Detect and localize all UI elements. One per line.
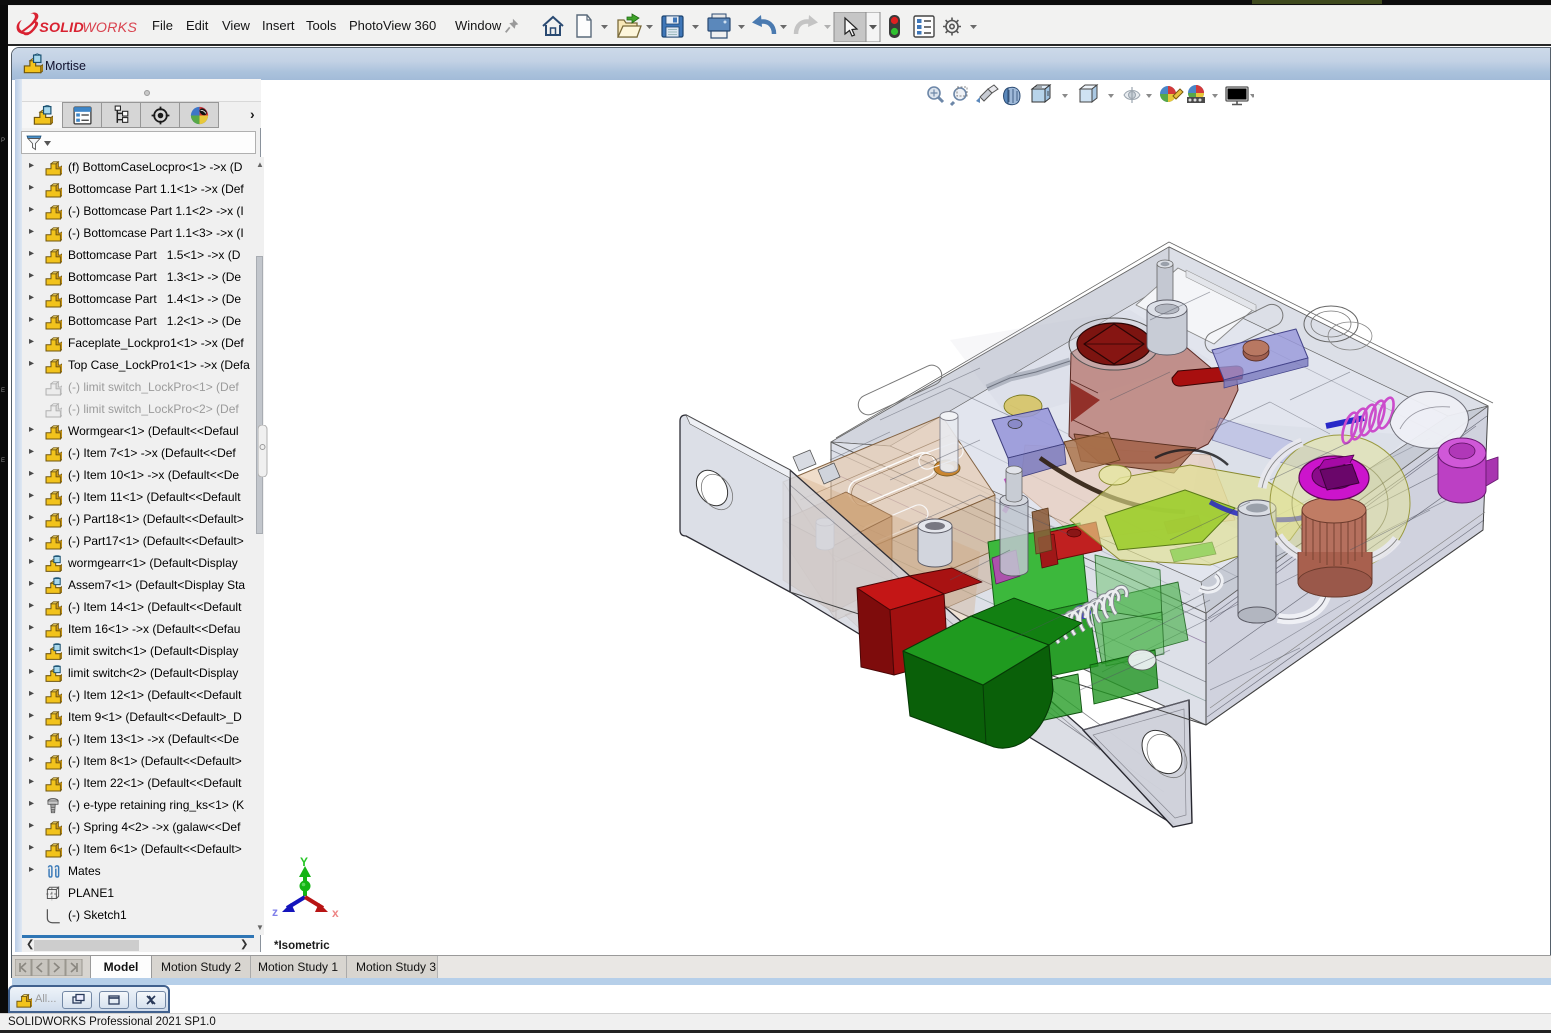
svg-text:z: z bbox=[272, 905, 278, 919]
svg-text:Y: Y bbox=[300, 855, 308, 869]
svg-text:WORKS: WORKS bbox=[82, 20, 137, 36]
svg-text:x: x bbox=[332, 906, 339, 920]
svg-text:SOLID: SOLID bbox=[39, 20, 84, 36]
